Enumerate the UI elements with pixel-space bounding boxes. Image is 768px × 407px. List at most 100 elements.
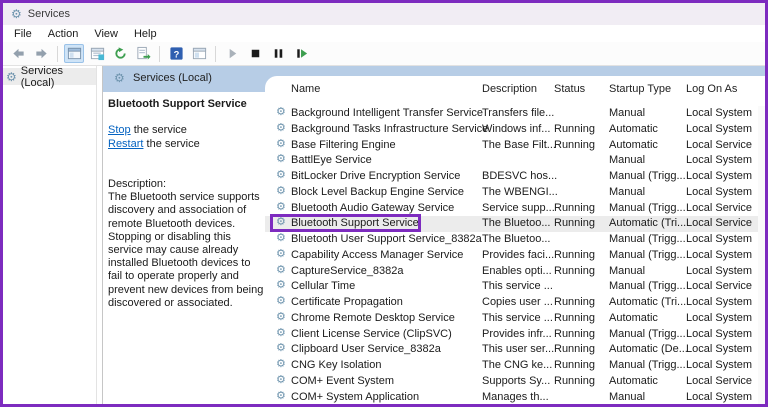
pause-service-icon[interactable] xyxy=(268,44,288,63)
show-console-tree-icon[interactable] xyxy=(64,44,84,63)
service-description-cell: The WBENGI... xyxy=(482,186,558,198)
column-header-name[interactable]: Name xyxy=(291,83,320,99)
gear-icon: ⚙ xyxy=(276,343,286,354)
table-row[interactable]: ⚙COM+ Event SystemSupports Sy...RunningA… xyxy=(265,374,765,390)
vertical-scrollbar[interactable] xyxy=(758,106,765,404)
stop-service-link[interactable]: Stop xyxy=(108,124,131,136)
gear-icon: ⚙ xyxy=(276,170,286,181)
gear-icon: ⚙ xyxy=(276,154,286,165)
restart-service-suffix: the service xyxy=(143,138,199,150)
service-rows: ⚙ Background Intelligent Transfer Service… xyxy=(265,106,765,404)
service-status: Running xyxy=(554,296,595,308)
service-startup-type: Manual xyxy=(609,107,645,119)
table-row[interactable]: ⚙Bluetooth User Support Service_8382aThe… xyxy=(265,232,765,248)
service-log-on-as: Local System xyxy=(686,359,752,371)
table-row[interactable]: ⚙CNG Key IsolationThe CNG ke...RunningMa… xyxy=(265,358,765,374)
table-row[interactable]: ⚙Certificate PropagationCopies user ...R… xyxy=(265,295,765,311)
table-row[interactable]: ⚙Block Level Backup Engine ServiceThe WB… xyxy=(265,185,765,201)
menu-action[interactable]: Action xyxy=(40,28,87,40)
service-startup-type: Automatic xyxy=(609,375,658,387)
gear-icon: ⚙ xyxy=(276,217,286,228)
back-icon[interactable] xyxy=(8,44,28,63)
table-row[interactable]: ⚙Background Intelligent Transfer Service… xyxy=(265,106,765,122)
service-startup-type: Automatic xyxy=(609,139,658,151)
table-row[interactable]: ⚙CaptureService_8382aEnables opti...Runn… xyxy=(265,264,765,280)
table-row[interactable]: ⚙Base Filtering EngineThe Base Filt...Ru… xyxy=(265,138,765,154)
menu-help[interactable]: Help xyxy=(126,28,165,40)
service-status: Running xyxy=(554,139,595,151)
console-tree: ⚙ Services (Local) xyxy=(3,66,97,404)
window-title: Services xyxy=(28,8,70,20)
column-header-log-on-as[interactable]: Log On As xyxy=(686,83,737,99)
service-description-cell: This service ... xyxy=(482,312,553,324)
content-area: ⚙ Services (Local) ⚙ Services (Local) Bl… xyxy=(3,66,765,404)
table-row[interactable]: ⚙Chrome Remote Desktop ServiceThis servi… xyxy=(265,311,765,327)
gear-icon: ⚙ xyxy=(276,249,286,260)
service-description-cell: This service ... xyxy=(482,280,553,292)
toolbar-separator xyxy=(57,46,58,62)
table-row[interactable]: ⚙Bluetooth Audio Gateway ServiceService … xyxy=(265,201,765,217)
menu-bar: File Action View Help xyxy=(3,25,765,42)
stop-service-suffix: the service xyxy=(131,124,187,136)
service-log-on-as: Local Service xyxy=(686,202,752,214)
service-log-on-as: Local System xyxy=(686,186,752,198)
table-row[interactable]: ⚙Capability Access Manager ServiceProvid… xyxy=(265,248,765,264)
forward-icon[interactable] xyxy=(31,44,51,63)
service-log-on-as: Local System xyxy=(686,312,752,324)
table-row[interactable]: ⚙BitLocker Drive Encryption ServiceBDESV… xyxy=(265,169,765,185)
restart-service-link[interactable]: Restart xyxy=(108,138,143,150)
service-log-on-as: Local Service xyxy=(686,139,752,151)
service-log-on-as: Local System xyxy=(686,107,752,119)
service-startup-type: Manual (Trigg... xyxy=(609,170,686,182)
description-text: The Bluetooth service supports discovery… xyxy=(108,191,266,310)
service-description-cell: Provides faci... xyxy=(482,249,554,261)
sidebar-item-services-local[interactable]: ⚙ Services (Local) xyxy=(3,68,96,85)
menu-file[interactable]: File xyxy=(6,28,40,40)
column-header-status[interactable]: Status xyxy=(554,83,585,99)
svg-text:?: ? xyxy=(173,49,179,59)
table-row[interactable]: ⚙Clipboard User Service_8382aThis user s… xyxy=(265,342,765,358)
export-list-icon[interactable] xyxy=(133,44,153,63)
service-startup-type: Automatic xyxy=(609,123,658,135)
toolbar-separator xyxy=(159,46,160,62)
table-row[interactable]: ⚙Client License Service (ClipSVC)Provide… xyxy=(265,327,765,343)
table-row[interactable]: ⚙Bluetooth Support ServiceThe Bluetoo...… xyxy=(265,216,765,232)
column-header-description[interactable]: Description xyxy=(482,83,537,99)
service-name: Base Filtering Engine xyxy=(291,139,396,151)
service-status: Running xyxy=(554,343,595,355)
service-status: Running xyxy=(554,265,595,277)
column-header-startup-type[interactable]: Startup Type xyxy=(609,83,671,99)
service-name: Background Intelligent Transfer Service xyxy=(291,107,483,119)
service-log-on-as: Local System xyxy=(686,296,752,308)
service-startup-type: Automatic (Tri... xyxy=(609,296,686,308)
stop-service-icon[interactable] xyxy=(245,44,265,63)
menu-view[interactable]: View xyxy=(86,28,126,40)
service-startup-type: Manual xyxy=(609,154,645,166)
start-service-icon[interactable] xyxy=(222,44,242,63)
restart-service-icon[interactable] xyxy=(291,44,311,63)
refresh-icon[interactable] xyxy=(110,44,130,63)
table-row[interactable]: ⚙BattlEye ServiceManualLocal System xyxy=(265,153,765,169)
service-name: Bluetooth Support Service xyxy=(291,217,419,229)
help-icon[interactable]: ? xyxy=(166,44,186,63)
service-startup-type: Manual (Trigg... xyxy=(609,280,686,292)
service-startup-type: Manual xyxy=(609,265,645,277)
service-description-cell: Copies user ... xyxy=(482,296,553,308)
services-gear-icon: ⚙ xyxy=(11,8,22,20)
service-description-cell: Enables opti... xyxy=(482,265,552,277)
service-description-cell: Transfers file... xyxy=(482,107,554,119)
selected-service-title: Bluetooth Support Service xyxy=(108,98,247,110)
services-gear-icon: ⚙ xyxy=(114,72,125,84)
gear-icon: ⚙ xyxy=(276,391,286,402)
service-status: Running xyxy=(554,328,595,340)
stop-service-line: Stop the service xyxy=(108,124,200,138)
service-status: Running xyxy=(554,123,595,135)
show-extended-view-icon[interactable] xyxy=(189,44,209,63)
table-row[interactable]: ⚙COM+ System ApplicationManages th...Man… xyxy=(265,390,765,405)
gear-icon: ⚙ xyxy=(276,312,286,323)
table-row[interactable]: ⚙Background Tasks Infrastructure Service… xyxy=(265,122,765,138)
table-row[interactable]: ⚙Cellular TimeThis service ...Manual (Tr… xyxy=(265,279,765,295)
service-name: COM+ System Application xyxy=(291,391,419,403)
properties-icon[interactable] xyxy=(87,44,107,63)
service-log-on-as: Local System xyxy=(686,154,752,166)
